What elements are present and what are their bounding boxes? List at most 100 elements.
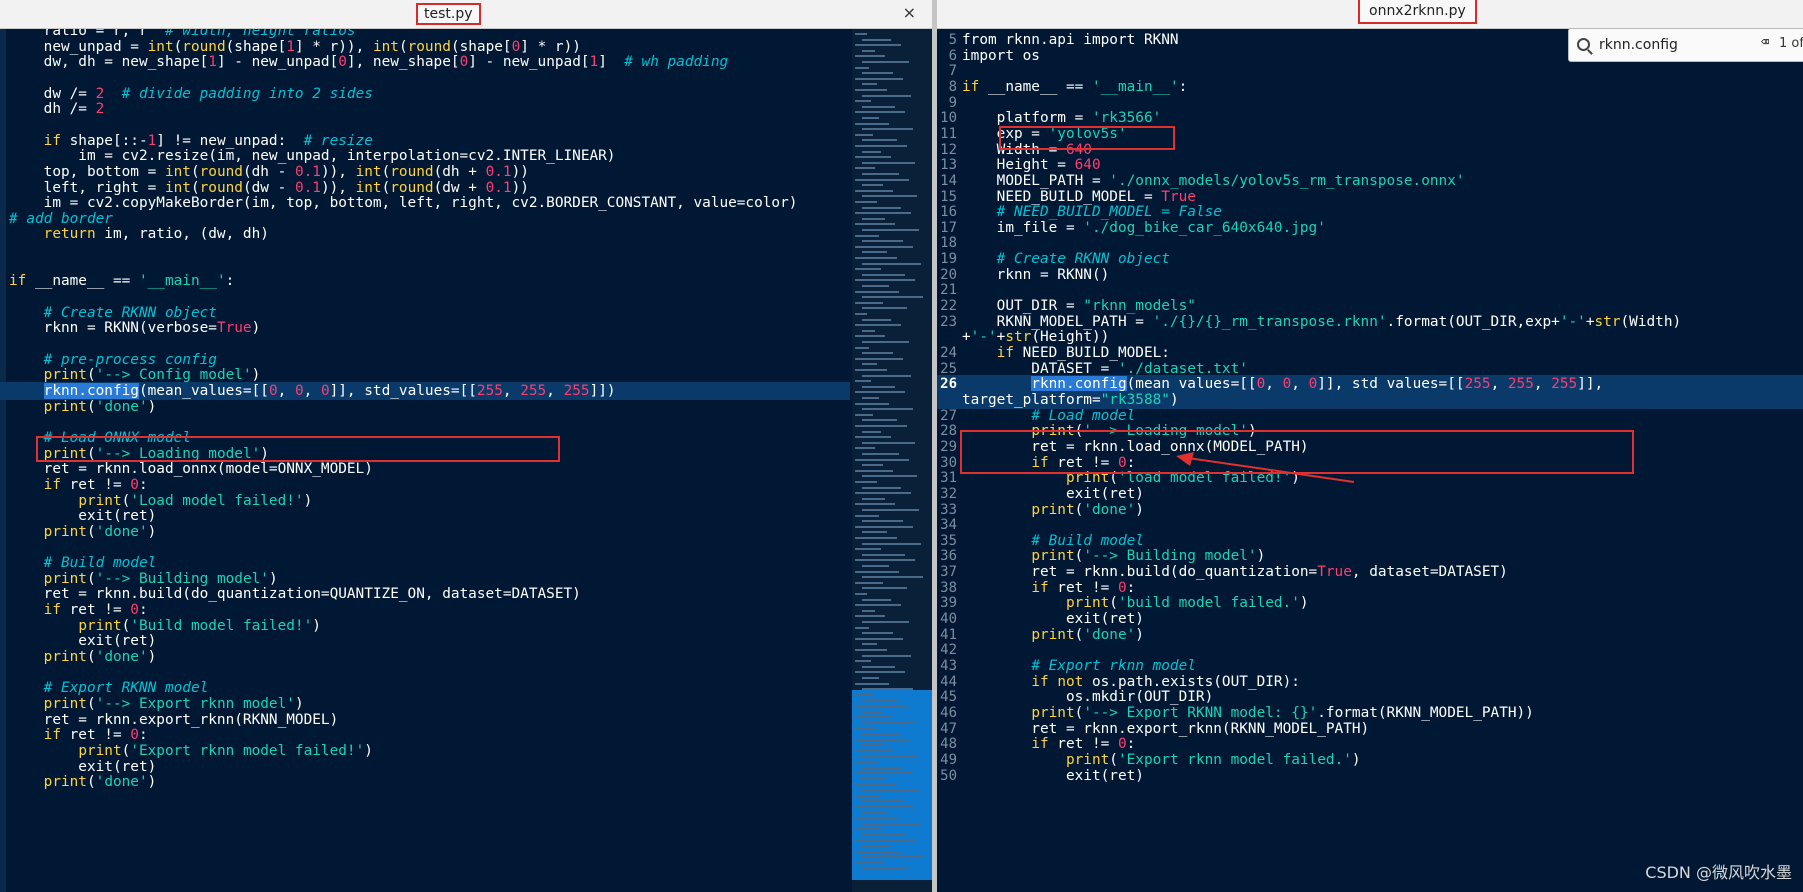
code-token: (mean_values=[[: [138, 382, 269, 399]
code-token: 1: [147, 132, 157, 149]
code-token: if: [1031, 673, 1049, 690]
code-token: 'done': [95, 523, 148, 540]
code-token: exit(ret): [962, 767, 1144, 784]
minimap-line: [855, 245, 913, 248]
code-token: :: [1126, 454, 1136, 471]
minimap-line: [855, 33, 867, 35]
minimap-line: [862, 453, 899, 455]
minimap-line: [862, 464, 883, 467]
code-token: if: [1031, 579, 1049, 596]
find-input[interactable]: [1597, 33, 1761, 57]
code-token: (dh -: [242, 163, 295, 180]
close-icon[interactable]: ×: [903, 3, 916, 22]
code-token: :: [138, 727, 148, 744]
code-line[interactable]: 50 exit(ret): [937, 767, 1803, 785]
code-token: 0: [1308, 376, 1318, 393]
code-token: )): [511, 179, 529, 196]
code-token: '--> Export RKNN model: {}': [1083, 704, 1318, 721]
minimap-line: [862, 229, 919, 231]
code-token: if: [9, 273, 27, 290]
left-code-editor[interactable]: ratio = r, r # width, height ratios new_…: [0, 29, 850, 892]
minimap-line: [862, 867, 907, 870]
code-token: 255: [1464, 376, 1491, 393]
code-token: 0: [1117, 579, 1127, 596]
tab-onnx2rknn-py[interactable]: onnx2rknn.py: [1358, 0, 1477, 24]
minimap-line: [862, 733, 899, 735]
minimap-line: [855, 693, 873, 696]
code-token: 'done': [95, 398, 148, 415]
code-token: (shape[: [225, 38, 287, 55]
code-token: ): [1135, 626, 1144, 643]
minimap-line: [862, 408, 913, 411]
code-token: ] - new_unpad[: [468, 54, 590, 71]
code-token: ): [1299, 595, 1309, 612]
minimap-line: [862, 721, 915, 724]
minimap[interactable]: [852, 29, 932, 892]
code-token: if: [962, 78, 980, 95]
minimap-line: [855, 727, 875, 730]
minimap-line: [855, 335, 885, 338]
minimap-line: [855, 111, 905, 114]
code-token: print: [78, 492, 122, 509]
minimap-line: [855, 850, 899, 853]
code-token: rknn = RKNN(): [962, 266, 1110, 283]
code-token: print: [43, 774, 87, 791]
minimap-line: [855, 828, 881, 831]
code-token: dh /=: [9, 101, 96, 118]
code-token: # add border: [9, 210, 113, 227]
minimap-line: [862, 307, 907, 310]
minimap-line: [855, 604, 901, 607]
code-line[interactable]: print('done'): [0, 773, 850, 791]
minimap-line: [855, 839, 915, 842]
code-token: int: [164, 163, 191, 180]
code-token: exp =: [962, 125, 1049, 142]
code-token: ] - new_unpad[: [216, 54, 339, 71]
minimap-line: [862, 789, 919, 791]
code-token: print: [1065, 470, 1110, 487]
code-token: (: [190, 163, 200, 180]
minimap-line: [862, 105, 895, 108]
minimap-line: [855, 705, 907, 707]
minimap-line: [855, 716, 891, 719]
code-token: 'yolov5s': [1048, 125, 1127, 142]
code-token: ret = rknn.build(do_quantization=QUANTIZ…: [9, 586, 581, 603]
code-token: from rknn.api import RKNN: [962, 32, 1179, 48]
code-token: DATASET =: [962, 360, 1118, 377]
tab-test-py[interactable]: test.py: [416, 3, 481, 25]
code-token: ): [1169, 391, 1179, 408]
code-token: NEED_BUILD_MODEL =: [962, 188, 1162, 205]
code-token: (: [86, 523, 96, 540]
minimap-line: [855, 290, 899, 293]
code-token: ,: [1291, 376, 1309, 393]
code-token: True: [1161, 188, 1196, 205]
code-token: (shape[: [450, 38, 512, 55]
code-token: '--> Config model': [95, 367, 252, 384]
minimap-line: [855, 89, 887, 91]
right-code-editor[interactable]: 5 from rknn.api import RKNN 6 import os 7 8 if…: [937, 29, 1803, 892]
backspace-icon[interactable]: ⌫: [1761, 35, 1769, 50]
code-token: (dh +: [433, 163, 486, 180]
minimap-line: [855, 201, 877, 203]
code-token: :: [1126, 736, 1136, 753]
minimap-line: [855, 783, 895, 786]
minimap-line: [855, 380, 871, 383]
code-token: ): [364, 742, 373, 759]
minimap-line: [855, 189, 893, 192]
code-token: 2: [95, 101, 105, 118]
code-token: MODEL_PATH =: [962, 172, 1110, 189]
find-match-count: 1 of: [1779, 36, 1803, 51]
code-token: # Load ONNX model: [43, 429, 191, 446]
minimap-line: [862, 240, 903, 243]
code-token: ret !=: [60, 476, 131, 493]
minimap-line: [855, 66, 869, 69]
code-token: True: [216, 320, 252, 337]
